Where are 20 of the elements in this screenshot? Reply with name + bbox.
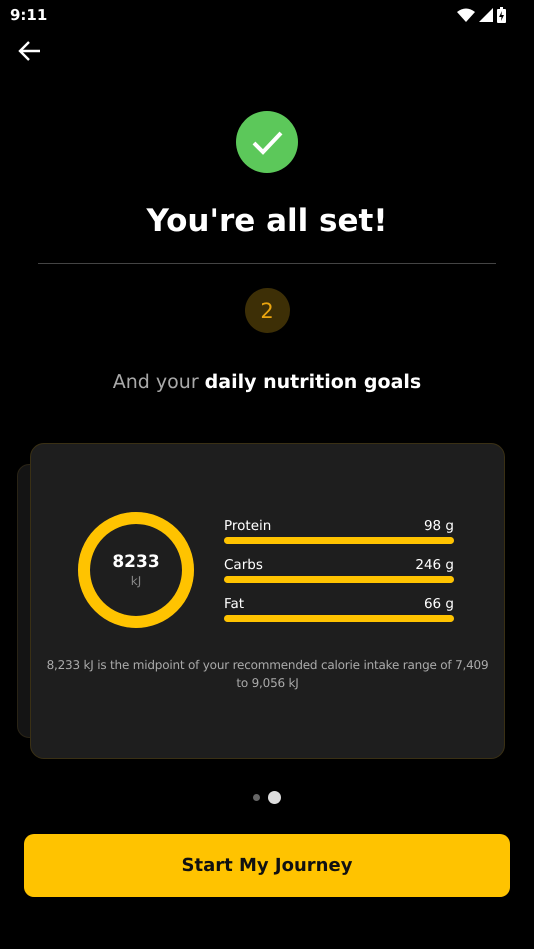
status-time: 9:11 [10,6,48,24]
signal-icon [479,8,493,22]
macro-amount: 98 g [424,518,454,534]
battery-icon [497,7,506,23]
energy-unit: kJ [130,574,142,588]
start-button[interactable]: Start My Journey [24,834,510,897]
macro-amount: 246 g [415,557,454,573]
calorie-note: 8,233 kJ is the midpoint of your recommended calorie intake range of 7,409 to 9,056 kJ [46,657,490,692]
check-icon [236,111,298,173]
subtitle: And your daily nutrition goals [112,371,422,393]
macro-name: Protein [224,518,272,534]
macro-name: Carbs [224,557,263,573]
energy-value: 8233 [112,552,160,572]
step-number: 2 [244,288,290,333]
page-dot[interactable] [253,794,260,801]
macro-amount: 66 g [424,596,454,612]
wifi-icon [457,8,475,22]
macro-name: Fat [224,596,244,612]
page-dot[interactable] [268,791,281,804]
title: You're all set! [146,203,388,239]
